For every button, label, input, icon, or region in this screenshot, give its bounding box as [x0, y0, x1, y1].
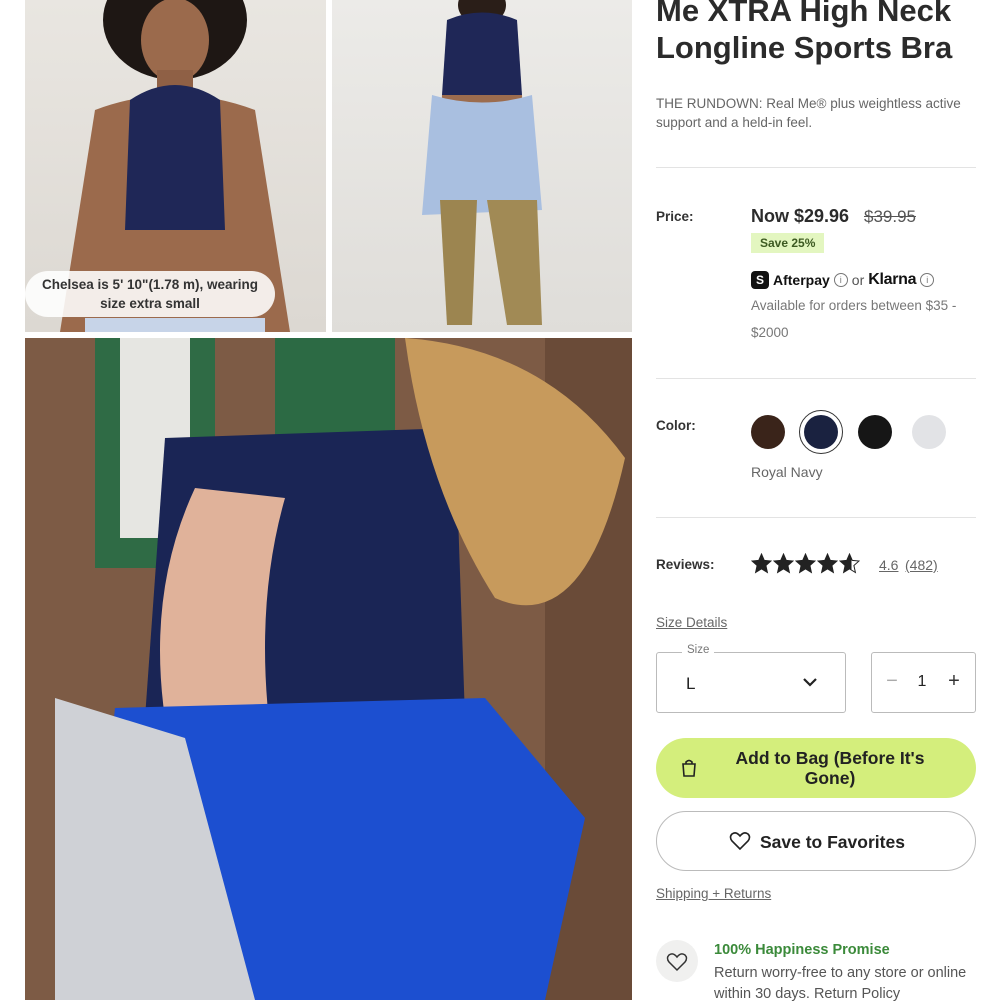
product-title: Me XTRA High Neck Longline Sports Bra [656, 0, 953, 65]
star-icon [773, 553, 794, 574]
product-rundown: THE RUNDOWN: Real Me® plus weightless ac… [656, 96, 961, 130]
model-back-illustration [422, 0, 542, 325]
size-select-value[interactable]: L [686, 674, 695, 694]
star-icon [817, 553, 838, 574]
happiness-promise-icon [656, 940, 698, 982]
quantity-decrement-button[interactable]: − [883, 670, 901, 693]
size-details-link[interactable]: Size Details [656, 615, 727, 630]
save-badge: Save 25% [751, 233, 825, 253]
color-swatch-black[interactable] [858, 415, 892, 449]
add-to-bag-label[interactable]: Add to Bag (Before It's Gone) [725, 748, 935, 788]
chevron-down-icon[interactable] [802, 676, 818, 688]
original-price: $39.95 [864, 207, 916, 226]
info-icon[interactable]: i [920, 273, 935, 287]
price-label: Price: [656, 209, 694, 224]
selected-color-name: Royal Navy [751, 464, 823, 480]
happiness-promise-title: 100% Happiness Promise [714, 942, 890, 958]
bnpl-options: S Afterpay i or Klarna i [751, 271, 935, 289]
rating-value-link[interactable]: 4.6 [879, 557, 898, 573]
review-count-link[interactable]: (482) [905, 557, 938, 573]
rating-stars[interactable] [751, 553, 860, 574]
star-icon [751, 553, 772, 574]
or-text: or [851, 272, 865, 288]
star-icon [795, 553, 816, 574]
save-to-favorites-label[interactable]: Save to Favorites [760, 832, 905, 853]
quantity-value[interactable]: 1 [914, 673, 930, 691]
reviews-label: Reviews: [656, 557, 715, 572]
model-size-caption: Chelsea is 5' 10"(1.78 m), wearing size … [25, 271, 275, 317]
bnpl-availability: Available for orders between $35 - $2000 [751, 298, 957, 340]
heart-icon [729, 832, 751, 851]
current-price: Now $29.96 [751, 206, 850, 226]
happiness-promise-text: Return worry-free to any store or online… [714, 965, 967, 1002]
product-photo-lifestyle[interactable] [25, 338, 632, 1000]
color-label: Color: [656, 418, 696, 433]
shopping-bag-icon [682, 759, 696, 777]
divider [656, 167, 976, 168]
lifestyle-illustration [25, 338, 632, 1000]
color-swatch-brown[interactable] [751, 415, 785, 449]
product-photo-back[interactable] [332, 0, 632, 332]
klarna-label[interactable]: Klarna [868, 271, 916, 289]
shipping-returns-link[interactable]: Shipping + Returns [656, 886, 771, 901]
afterpay-icon: S [751, 271, 769, 289]
color-swatch-royal-navy[interactable] [804, 415, 838, 449]
divider [656, 517, 976, 518]
quantity-increment-button[interactable]: + [945, 670, 963, 693]
afterpay-label[interactable]: Afterpay [773, 272, 830, 288]
color-swatch-white[interactable] [912, 415, 946, 449]
star-icon [839, 553, 860, 574]
divider [656, 378, 976, 379]
info-icon[interactable]: i [833, 273, 848, 287]
size-select-label: Size [682, 644, 715, 656]
